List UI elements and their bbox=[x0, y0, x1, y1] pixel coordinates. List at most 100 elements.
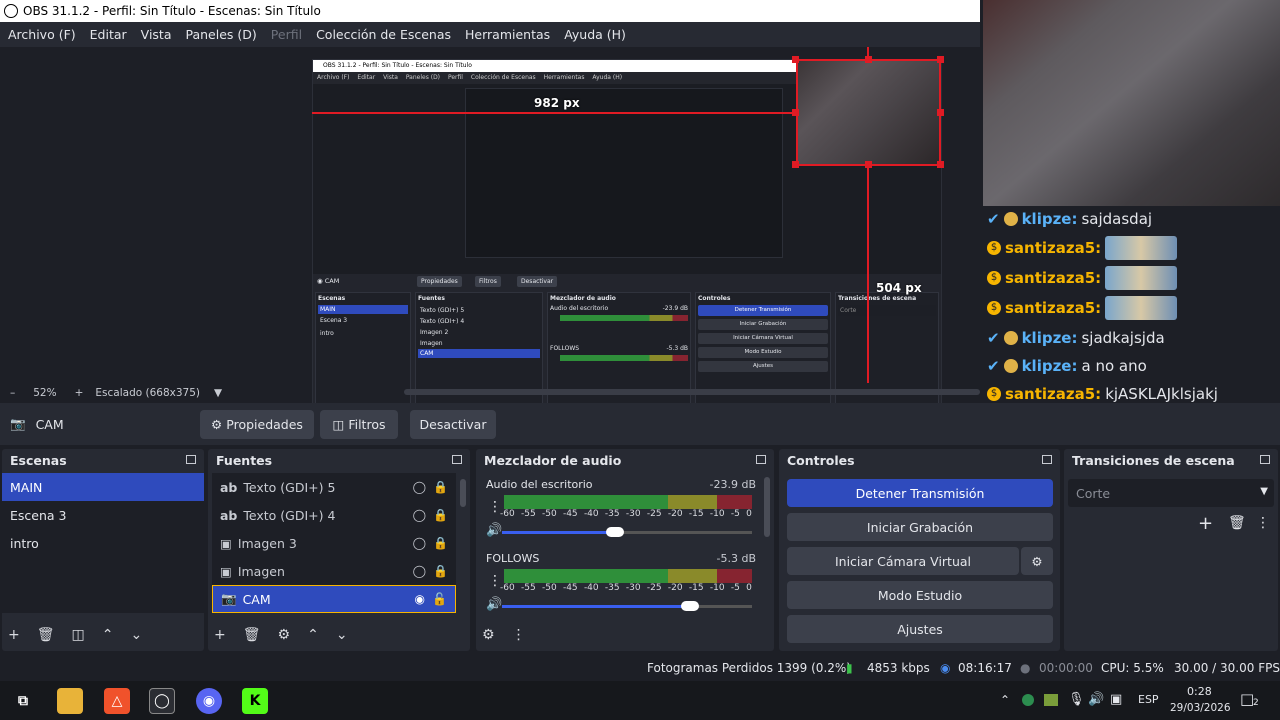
settings-button[interactable]: Ajustes bbox=[787, 615, 1053, 643]
source-item-text5[interactable]: ab Texto (GDI+) 5 ◯ 🔒 bbox=[212, 473, 456, 501]
clock-date[interactable]: 29/03/2026 bbox=[1170, 702, 1231, 714]
brave-browser-icon[interactable]: △ bbox=[104, 688, 130, 714]
eye-hidden-icon[interactable]: ◯ bbox=[413, 536, 426, 550]
nested-source-item: CAM bbox=[418, 349, 540, 358]
add-icon[interactable]: + bbox=[1198, 513, 1213, 534]
gear-icon[interactable]: ⚙ bbox=[482, 627, 495, 643]
resize-handle[interactable] bbox=[937, 56, 944, 63]
menu-editar[interactable]: Editar bbox=[90, 27, 127, 42]
source-item-imagen[interactable]: ▣ Imagen ◯ 🔒 bbox=[212, 557, 456, 585]
properties-button[interactable]: ⚙ Propiedades bbox=[200, 410, 314, 439]
preview-scrollbar[interactable] bbox=[404, 389, 980, 395]
speaker-icon[interactable]: 🔊 bbox=[486, 523, 502, 538]
channel-name: Audio del escritorio bbox=[486, 478, 593, 491]
kick-icon[interactable]: K bbox=[242, 688, 268, 714]
undock-icon[interactable] bbox=[756, 455, 766, 464]
virtual-camera-button[interactable]: Iniciar Cámara Virtual bbox=[787, 547, 1019, 575]
chevron-up-icon[interactable]: ⌃ bbox=[307, 627, 319, 643]
speaker-icon[interactable]: 🔊 bbox=[486, 597, 502, 612]
camera-icon: 📷 bbox=[221, 591, 237, 606]
network-icon[interactable]: ▣ bbox=[1110, 692, 1122, 707]
tray-app-icon[interactable] bbox=[1022, 694, 1034, 706]
add-icon[interactable]: + bbox=[8, 627, 20, 643]
lock-icon[interactable]: 🔒 bbox=[433, 536, 448, 550]
check-icon: ✔ bbox=[987, 329, 1000, 347]
resize-handle[interactable] bbox=[792, 56, 799, 63]
lock-icon[interactable]: 🔒 bbox=[433, 508, 448, 522]
file-explorer-icon[interactable] bbox=[57, 688, 83, 714]
chevron-up-icon[interactable]: ⌃ bbox=[102, 627, 114, 643]
preview-area[interactable]: OBS 31.1.2 - Perfil: Sin Título - Escena… bbox=[0, 47, 980, 430]
zoom-in-button[interactable]: + bbox=[75, 387, 84, 399]
windows-start-icon[interactable]: ⧉ bbox=[10, 688, 36, 714]
menu-perfil[interactable]: Perfil bbox=[271, 27, 302, 42]
eye-hidden-icon[interactable]: ◯ bbox=[413, 480, 426, 494]
resize-handle[interactable] bbox=[937, 161, 944, 168]
nested-scene-item: MAIN bbox=[318, 305, 408, 314]
scene-item-intro[interactable]: intro bbox=[2, 529, 204, 557]
menu-coleccion[interactable]: Colección de Escenas bbox=[316, 27, 451, 42]
discord-icon[interactable]: ◉ bbox=[196, 688, 222, 714]
deactivate-button[interactable]: Desactivar bbox=[410, 410, 496, 439]
obs-taskbar-icon[interactable]: ◯ bbox=[149, 688, 175, 714]
tray-app-icon[interactable] bbox=[1044, 694, 1058, 706]
chevron-down-icon[interactable]: ⌄ bbox=[336, 627, 348, 643]
nested-properties-btn: Propiedades bbox=[417, 276, 462, 287]
volume-icon[interactable]: 🔊 bbox=[1088, 692, 1104, 707]
resize-handle[interactable] bbox=[865, 161, 872, 168]
resize-handle[interactable] bbox=[865, 56, 872, 63]
selected-cam-source[interactable] bbox=[796, 59, 941, 166]
sources-scrollbar[interactable] bbox=[460, 479, 466, 507]
volume-slider[interactable] bbox=[502, 601, 752, 611]
chevron-down-icon[interactable]: ⌄ bbox=[130, 627, 142, 643]
gear-icon[interactable]: ⚙ bbox=[278, 627, 291, 643]
clock-time[interactable]: 0:28 bbox=[1187, 685, 1212, 698]
studio-mode-button[interactable]: Modo Estudio bbox=[787, 581, 1053, 609]
eye-hidden-icon[interactable]: ◯ bbox=[413, 508, 426, 522]
undock-icon[interactable] bbox=[1260, 455, 1270, 464]
lock-icon[interactable]: 🔓 bbox=[432, 592, 447, 606]
transition-select[interactable]: Corte ▼ bbox=[1068, 479, 1274, 507]
virtual-camera-settings[interactable]: ⚙ bbox=[1021, 547, 1053, 575]
mixer-scrollbar[interactable] bbox=[764, 477, 770, 537]
scale-dropdown-icon[interactable]: ▼ bbox=[214, 387, 222, 399]
menu-vista[interactable]: Vista bbox=[141, 27, 172, 42]
filter-icon[interactable]: ◫ bbox=[72, 627, 85, 643]
lock-icon[interactable]: 🔒 bbox=[433, 564, 448, 578]
lock-icon[interactable]: 🔒 bbox=[433, 480, 448, 494]
nested-scene-item: Escena 3 bbox=[320, 317, 348, 324]
chat-text: sjadkajsjda bbox=[1081, 329, 1165, 347]
menu-ayuda[interactable]: Ayuda (H) bbox=[564, 27, 626, 42]
source-item-text4[interactable]: ab Texto (GDI+) 4 ◯ 🔒 bbox=[212, 501, 456, 529]
trash-icon[interactable]: 🗑 bbox=[243, 627, 261, 643]
undock-icon[interactable] bbox=[452, 455, 462, 464]
undock-icon[interactable] bbox=[186, 455, 196, 464]
filters-button[interactable]: ◫ Filtros bbox=[320, 410, 398, 439]
resize-handle[interactable] bbox=[792, 109, 799, 116]
source-label: Imagen bbox=[237, 563, 285, 579]
kebab-icon[interactable]: ⋮ bbox=[1256, 515, 1270, 531]
volume-slider[interactable] bbox=[502, 527, 752, 537]
scene-item-escena3[interactable]: Escena 3 bbox=[2, 501, 204, 529]
menu-archivo[interactable]: Archivo (F) bbox=[8, 27, 76, 42]
source-item-imagen3[interactable]: ▣ Imagen 3 ◯ 🔒 bbox=[212, 529, 456, 557]
menu-paneles[interactable]: Paneles (D) bbox=[186, 27, 257, 42]
tray-chevron-up-icon[interactable]: ⌃ bbox=[1000, 693, 1010, 707]
eye-icon[interactable]: ◉ bbox=[415, 592, 425, 606]
zoom-out-button[interactable]: – bbox=[10, 387, 15, 399]
scene-item-main[interactable]: MAIN bbox=[2, 473, 204, 501]
trash-icon[interactable]: 🗑 bbox=[37, 627, 55, 643]
kebab-icon[interactable]: ⋮ bbox=[512, 627, 526, 643]
start-record-button[interactable]: Iniciar Grabación bbox=[787, 513, 1053, 541]
menu-herramientas[interactable]: Herramientas bbox=[465, 27, 550, 42]
language-indicator[interactable]: ESP bbox=[1138, 693, 1159, 706]
add-icon[interactable]: + bbox=[214, 627, 226, 643]
resize-handle[interactable] bbox=[937, 109, 944, 116]
source-item-cam[interactable]: 📷 CAM ◉ 🔓 bbox=[212, 585, 456, 613]
microphone-icon[interactable]: 🎙 bbox=[1068, 692, 1085, 707]
eye-hidden-icon[interactable]: ◯ bbox=[413, 564, 426, 578]
trash-icon[interactable]: 🗑 bbox=[1228, 515, 1246, 531]
resize-handle[interactable] bbox=[792, 161, 799, 168]
undock-icon[interactable] bbox=[1042, 455, 1052, 464]
stop-stream-button[interactable]: Detener Transmisión bbox=[787, 479, 1053, 507]
